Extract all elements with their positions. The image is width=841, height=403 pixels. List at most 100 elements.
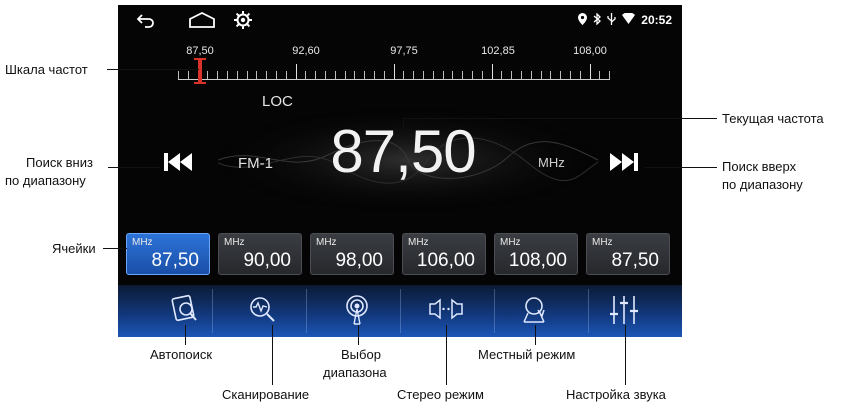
frequency-scale[interactable]: 87,50 92,60 97,75 102,85 108,00 xyxy=(118,45,682,84)
leader-line xyxy=(535,325,536,345)
scale-line xyxy=(178,79,610,80)
autosearch-button[interactable] xyxy=(166,293,206,327)
annotation-stereo: Стерео режим xyxy=(397,387,484,402)
scale-tick xyxy=(354,71,355,79)
annotation-scale: Шкала частот xyxy=(5,62,88,77)
status-indicators: 20:52 xyxy=(578,11,672,29)
scale-tick xyxy=(521,71,522,79)
scan-button[interactable] xyxy=(243,293,283,327)
leader-line xyxy=(446,325,447,385)
leader-line xyxy=(103,248,127,249)
scale-tick xyxy=(433,71,434,79)
scale-tick xyxy=(403,71,404,79)
settings-gear-icon[interactable] xyxy=(233,11,253,29)
toolbar-divider xyxy=(212,289,213,333)
scale-tick xyxy=(305,71,306,79)
scale-tick xyxy=(227,71,228,79)
seek-down-button[interactable] xyxy=(162,148,194,176)
scale-tick xyxy=(570,71,571,79)
back-icon[interactable] xyxy=(136,11,156,29)
radio-toolbar xyxy=(118,285,682,337)
frequency-needle[interactable] xyxy=(194,58,206,84)
leader-line xyxy=(108,167,160,168)
annotation-band-select-2: диапазона xyxy=(323,365,387,380)
scale-label: 102,85 xyxy=(481,45,515,57)
leader-line xyxy=(272,325,273,385)
scale-tick xyxy=(550,71,551,79)
leader-line xyxy=(645,167,717,168)
preset-unit: MHz xyxy=(408,237,429,248)
scale-tick xyxy=(482,71,483,79)
preset-unit: MHz xyxy=(316,237,337,248)
preset-cell-4[interactable]: MHz 106,00 xyxy=(402,233,486,275)
annotation-sound-settings: Настройка звука xyxy=(566,387,666,402)
scale-tick xyxy=(590,64,591,79)
scale-tick xyxy=(501,71,502,79)
scale-tick xyxy=(531,71,532,79)
scale-tick xyxy=(560,71,561,79)
preset-value: 108,00 xyxy=(508,250,567,271)
preset-cell-2[interactable]: MHz 90,00 xyxy=(218,233,302,275)
preset-value: 90,00 xyxy=(243,250,291,271)
scale-tick xyxy=(276,71,277,79)
preset-cell-3[interactable]: MHz 98,00 xyxy=(310,233,394,275)
annotation-seek-down-2: по диапазону xyxy=(5,173,86,188)
preset-cell-6[interactable]: MHz 87,50 xyxy=(586,233,670,275)
scale-tick xyxy=(413,71,414,79)
status-bar: 20:52 xyxy=(118,5,682,35)
annotation-seek-up-1: Поиск вверх xyxy=(722,159,797,174)
local-mode-button[interactable] xyxy=(516,293,556,327)
scale-tick xyxy=(247,71,248,79)
preset-value: 87,50 xyxy=(611,250,659,271)
scale-tick xyxy=(384,71,385,79)
scale-tick xyxy=(207,71,208,79)
band-label: FM-1 xyxy=(238,155,273,172)
usb-icon xyxy=(607,12,616,28)
scale-tick xyxy=(315,71,316,79)
toolbar-divider xyxy=(494,289,495,333)
scale-tick xyxy=(374,71,375,79)
scale-tick xyxy=(580,71,581,79)
radio-screen: 20:52 87,50 92,60 97,75 102,85 108,00 LO… xyxy=(118,5,682,337)
preset-value: 87,50 xyxy=(151,250,199,271)
preset-unit: MHz xyxy=(500,237,521,248)
preset-cell-1[interactable]: MHz 87,50 xyxy=(126,233,210,275)
home-icon[interactable] xyxy=(188,11,216,29)
annotation-autosearch: Автопоиск xyxy=(150,347,213,362)
scale-tick xyxy=(256,71,257,79)
annotation-band-select-1: Выбор xyxy=(341,347,381,362)
annotation-seek-up-2: по диапазону xyxy=(722,177,803,192)
scale-tick xyxy=(237,71,238,79)
leader-line xyxy=(403,118,717,119)
scale-tick xyxy=(364,71,365,79)
scale-tick xyxy=(335,71,336,79)
annotation-cells: Ячейки xyxy=(52,241,96,256)
scale-label: 87,50 xyxy=(186,45,214,57)
preset-unit: MHz xyxy=(592,237,613,248)
band-select-button[interactable] xyxy=(337,293,377,327)
scale-tick xyxy=(452,71,453,79)
annotation-scanning: Сканирование xyxy=(222,387,310,402)
scale-tick xyxy=(325,71,326,79)
seek-up-button[interactable] xyxy=(608,148,640,176)
scale-tick xyxy=(599,71,600,79)
location-icon xyxy=(578,12,588,28)
scale-tick xyxy=(423,71,424,79)
leader-line xyxy=(625,325,626,385)
preset-cell-5[interactable]: MHz 108,00 xyxy=(494,233,578,275)
leader-line xyxy=(107,69,199,70)
scale-tick xyxy=(443,71,444,79)
stereo-button[interactable] xyxy=(426,293,466,327)
scale-tick xyxy=(178,71,179,79)
toolbar-divider xyxy=(588,289,589,333)
scale-tick xyxy=(286,71,287,79)
scale-label: 108,00 xyxy=(573,45,607,57)
preset-unit: MHz xyxy=(132,237,153,248)
toolbar-divider xyxy=(400,289,401,333)
scale-tick xyxy=(511,71,512,79)
sound-settings-button[interactable] xyxy=(604,293,644,327)
wifi-icon xyxy=(622,12,636,27)
scale-tick xyxy=(541,71,542,79)
frequency-unit: MHz xyxy=(538,155,565,170)
preset-cells: MHz 87,50 MHz 90,00 MHz 98,00 MHz 106,00… xyxy=(126,233,676,275)
